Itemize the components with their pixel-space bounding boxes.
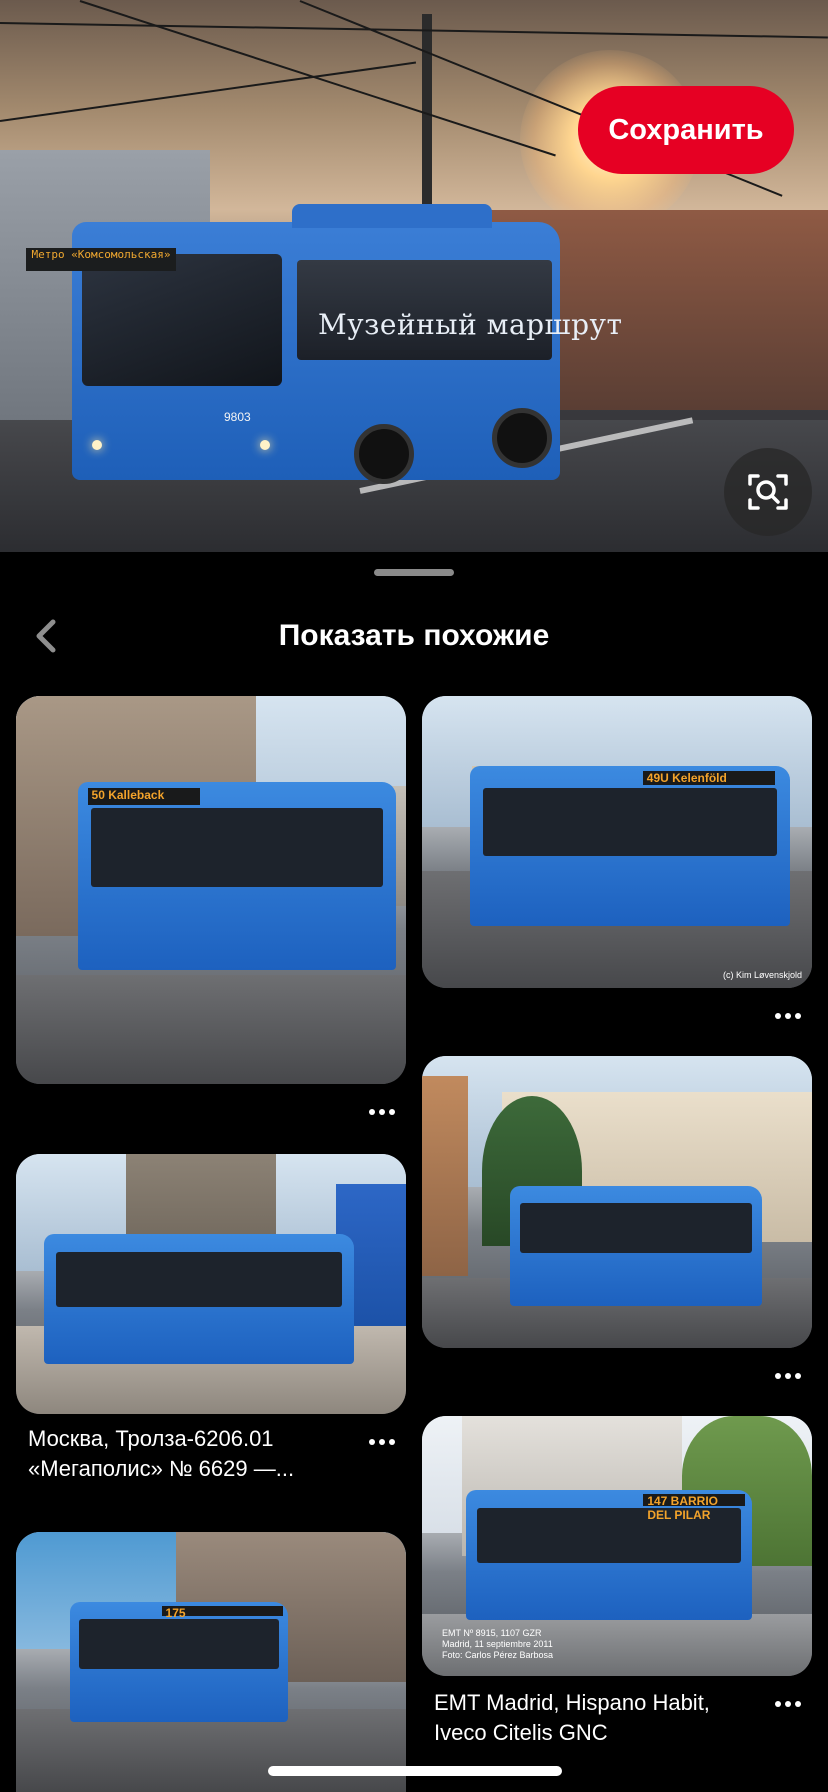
- pin-image[interactable]: 50 Kalleback: [16, 696, 406, 1084]
- visual-search-icon: [748, 474, 788, 510]
- save-button[interactable]: Сохранить: [578, 86, 794, 174]
- wire: [79, 0, 556, 157]
- home-indicator: [268, 1766, 562, 1776]
- pin-bus: 175: [70, 1602, 288, 1722]
- pin-title[interactable]: Москва, Тролза-6206.01 «Мегаполис» № 662…: [28, 1424, 358, 1484]
- pin-more-button[interactable]: [362, 1098, 402, 1126]
- pin-ground: [16, 975, 406, 1084]
- pin-more-button[interactable]: [768, 1002, 808, 1030]
- bus-windows: [78, 1618, 280, 1670]
- wheel: [354, 424, 414, 484]
- sheet-grabber[interactable]: [374, 569, 454, 576]
- sheet-title: Показать похожие: [278, 619, 550, 652]
- pin-more-button[interactable]: [768, 1362, 808, 1390]
- bus-windows: [520, 1202, 752, 1254]
- wire: [0, 22, 828, 39]
- pin-bus: [44, 1234, 354, 1364]
- wire: [0, 61, 417, 122]
- pin-image[interactable]: [422, 1056, 812, 1348]
- bus-destination: 50 Kalleback: [87, 787, 200, 805]
- headlight: [260, 440, 270, 450]
- bus-windows: [56, 1252, 342, 1307]
- bus-windows: [90, 808, 384, 888]
- pin-bus: 50 Kalleback: [78, 782, 396, 970]
- bus-destination: 49U Kelenföld: [642, 770, 775, 786]
- pin-image[interactable]: 49U Kelenföld (c) Kim Løvenskjold: [422, 696, 812, 988]
- bus-destination: 175: [161, 1605, 284, 1620]
- visual-search-button[interactable]: [724, 448, 812, 536]
- hero-image: Метро «Комсомольская» Музейный маршрут 9…: [0, 0, 828, 552]
- photo-caption: EMT Nº 8915, 1107 GZR Madrid, 11 septiem…: [442, 1628, 554, 1660]
- bus-destination: 147 BARRIO DEL PILAR: [643, 1493, 745, 1522]
- photo-credit: (c) Kim Løvenskjold: [722, 970, 802, 980]
- bus-destination-sign: Метро «Комсомольская»: [26, 248, 176, 271]
- pin-image[interactable]: [16, 1154, 406, 1414]
- pin-bus: 49U Kelenföld: [470, 766, 790, 926]
- wheel: [492, 408, 552, 468]
- pin-image[interactable]: 175: [16, 1532, 406, 1792]
- pin-bus: 147 BARRIO DEL PILAR: [466, 1490, 752, 1620]
- pin-title[interactable]: EMT Madrid, Hispano Habit, Iveco Citelis…: [434, 1688, 764, 1748]
- pin-more-button[interactable]: [768, 1690, 808, 1718]
- bus-roof: [292, 204, 492, 228]
- pin-bus: [510, 1186, 762, 1306]
- bus-windows: [482, 788, 778, 856]
- pin-image[interactable]: 147 BARRIO DEL PILAR EMT Nº 8915, 1107 G…: [422, 1416, 812, 1676]
- headlight: [92, 440, 102, 450]
- pin-building: [422, 1076, 468, 1276]
- bus-number: 9803: [224, 410, 251, 424]
- bus-windshield: [82, 254, 282, 386]
- pin-more-button[interactable]: [362, 1428, 402, 1456]
- bus-side-text: Музейный маршрут: [318, 308, 623, 341]
